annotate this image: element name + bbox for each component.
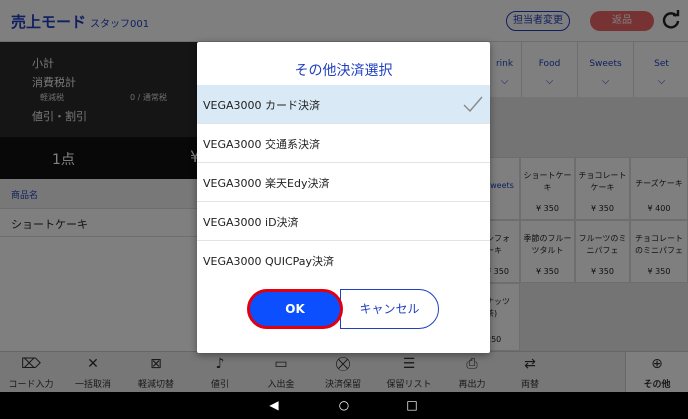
- cancel-button[interactable]: キャンセル: [340, 289, 439, 329]
- checkmark-icon: [463, 96, 483, 113]
- ok-button[interactable]: OK: [247, 289, 343, 329]
- android-nav-bar: ◀ ○ □: [0, 392, 688, 419]
- payment-option-transit[interactable]: VEGA3000 交通系決済: [197, 124, 490, 163]
- payment-option-id[interactable]: VEGA3000 iD決済: [197, 202, 490, 241]
- payment-select-dialog: その他決済選択 VEGA3000 カード決済 VEGA3000 交通系決済 VE…: [197, 42, 490, 353]
- dialog-title: その他決済選択: [294, 63, 393, 79]
- option-label: VEGA3000 iD決済: [203, 216, 299, 229]
- option-label: VEGA3000 交通系決済: [203, 138, 321, 151]
- back-icon[interactable]: ◀: [266, 397, 282, 413]
- option-label: VEGA3000 楽天Edy決済: [203, 177, 330, 190]
- payment-option-card[interactable]: VEGA3000 カード決済: [197, 85, 490, 124]
- option-label: VEGA3000 カード決済: [203, 99, 321, 112]
- home-icon[interactable]: ○: [336, 397, 352, 413]
- recents-icon[interactable]: □: [404, 397, 420, 413]
- option-label: VEGA3000 QUICPay決済: [203, 255, 335, 268]
- payment-option-edy[interactable]: VEGA3000 楽天Edy決済: [197, 163, 490, 202]
- payment-option-quicpay[interactable]: VEGA3000 QUICPay決済: [197, 241, 490, 280]
